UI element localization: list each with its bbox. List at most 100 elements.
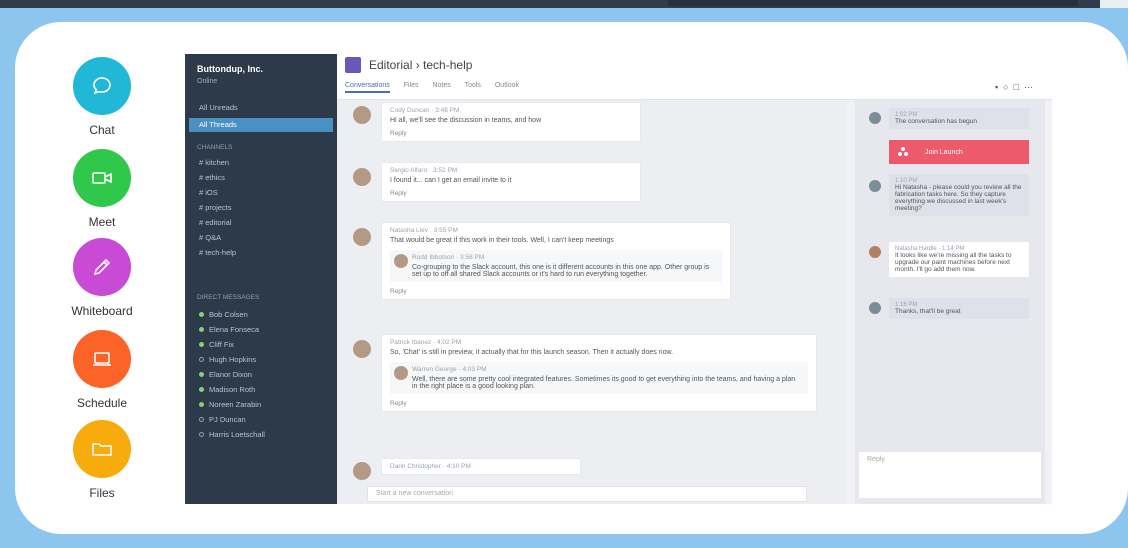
channel-item[interactable]: # Q&A	[199, 232, 221, 244]
join-call-button[interactable]: Join Launch	[889, 140, 1029, 164]
tab-conversations[interactable]: Conversations	[345, 82, 390, 93]
dm-item[interactable]: PJ Duncan	[199, 414, 246, 426]
chat-side-panel: 1:02 PM The conversation has begun Join …	[855, 100, 1045, 504]
channel-item[interactable]: # iOS	[199, 187, 218, 199]
message-card: Sergio Alfaro · 3:52 PM I found it... ca…	[381, 162, 641, 202]
channel-item[interactable]: # ethics	[199, 172, 225, 184]
dm-name: Elena Fonseca	[209, 325, 260, 334]
avatar	[869, 302, 881, 314]
message-meta: Warren George · 4:03 PM	[412, 366, 487, 373]
folder-icon[interactable]	[73, 420, 131, 478]
sidebar-item-all-unreads[interactable]: All Unreads	[199, 102, 238, 114]
dm-item[interactable]: Madison Roth	[199, 384, 255, 396]
channels-header: Channels	[197, 144, 233, 151]
message-text: Well, there are some pretty cool integra…	[412, 376, 796, 390]
top-bar-accent	[668, 0, 1078, 6]
channel-tabs: Conversations Files Notes Tools Outlook	[345, 82, 531, 93]
panel-message: 1:10 PM Hi Natasha - please could you re…	[889, 174, 1029, 216]
message-text: So, 'Chat' is still in preview, it actua…	[390, 349, 674, 356]
reply-link[interactable]: Reply	[390, 400, 808, 407]
breadcrumb-channel[interactable]: tech-help	[423, 58, 472, 72]
avatar	[353, 168, 371, 186]
nested-message: Warren George · 4:03 PM Well, there are …	[390, 362, 808, 394]
dm-name: Hugh Hopkins	[209, 355, 257, 364]
dm-name: Elanor Dixon	[209, 370, 252, 379]
avatar	[869, 246, 881, 258]
video-camera-icon[interactable]	[73, 149, 131, 207]
message-card: Darin Christopher · 4:10 PM	[381, 458, 581, 475]
message-text: The conversation has begun	[895, 118, 978, 125]
message-meta: Patrick Ibanez · 4:02 PM	[390, 339, 462, 346]
message-text: It looks like we're missing all the task…	[895, 252, 1012, 273]
message-text: Hi all, we'll see the discussion in team…	[390, 117, 542, 124]
tab-notes[interactable]: Notes	[432, 82, 450, 89]
schedule-label: Schedule	[76, 396, 128, 410]
laptop-icon[interactable]	[73, 330, 131, 388]
avatar	[353, 228, 371, 246]
sidebar-item-all-threads[interactable]: All Threads	[199, 119, 237, 131]
dm-item[interactable]: Harris Loetschall	[199, 429, 265, 441]
message-text: Hi Natasha - please could you review all…	[895, 184, 1022, 212]
tab-files[interactable]: Files	[404, 82, 419, 89]
tab-tools[interactable]: Tools	[465, 82, 481, 89]
message-card: Cody Duncan · 3:48 PM Hi all, we'll see …	[381, 102, 641, 142]
breadcrumb-team[interactable]: Editorial	[369, 58, 412, 72]
channel-title: Editorial › tech-help	[369, 58, 472, 72]
compose-input[interactable]: Start a new conversation	[367, 486, 807, 502]
join-call-label: Join Launch	[925, 148, 963, 156]
channel-item[interactable]: # projects	[199, 202, 232, 214]
avatar	[353, 106, 371, 124]
panel-reply-placeholder: Reply	[867, 456, 885, 463]
dm-name: Cliff Fix	[209, 340, 234, 349]
message-text: Co-grouping to the Slack account, this o…	[412, 264, 710, 278]
dm-item[interactable]: Elanor Dixon	[199, 369, 252, 381]
channel-item[interactable]: # kitchen	[199, 157, 229, 169]
dm-item[interactable]: Cliff Fix	[199, 339, 234, 351]
tab-outlook[interactable]: Outlook	[495, 82, 519, 89]
panel-reply-input[interactable]: Reply	[859, 452, 1041, 498]
avatar	[869, 112, 881, 124]
channel-item[interactable]: # editorial	[199, 217, 232, 229]
dm-name: Noreen Zarabin	[209, 400, 262, 409]
schedule-feature[interactable]: Schedule	[57, 330, 147, 410]
dm-name: Madison Roth	[209, 385, 256, 394]
reply-link[interactable]: Reply	[390, 190, 632, 197]
meet-feature[interactable]: Meet	[57, 149, 147, 229]
dm-name: Harris Loetschall	[209, 430, 265, 439]
message-text: That would be great if this work in thei…	[390, 237, 614, 244]
nested-message: Rodd Ibbotson · 3:58 PM Co-grouping to t…	[390, 250, 722, 282]
message-meta: Sergio Alfaro · 3:52 PM	[390, 167, 458, 174]
message-meta: Rodd Ibbotson · 3:58 PM	[412, 254, 485, 261]
channel-icon	[345, 57, 361, 73]
pencil-icon[interactable]	[73, 238, 131, 296]
reply-link[interactable]: Reply	[390, 288, 722, 295]
breadcrumb-separator: ›	[415, 58, 420, 72]
online-dot	[199, 372, 204, 377]
offline-dot	[199, 417, 204, 422]
files-feature[interactable]: Files	[57, 420, 147, 500]
meet-label: Meet	[88, 215, 116, 229]
chat-label: Chat	[89, 123, 115, 137]
message-meta: Natasha Liev · 3:55 PM	[390, 227, 458, 234]
dm-item[interactable]: Bob Colsen	[199, 309, 248, 321]
dm-item[interactable]: Elena Fonseca	[199, 324, 259, 336]
dm-item[interactable]: Noreen Zarabin	[199, 399, 261, 411]
avatar	[353, 340, 371, 358]
chat-feature[interactable]: Chat	[57, 57, 147, 137]
online-dot	[199, 387, 204, 392]
dm-header: Direct Messages	[197, 294, 260, 301]
whiteboard-feature[interactable]: Whiteboard	[57, 238, 147, 318]
feature-card: Chat Meet Whiteboard Schedule Files Butt…	[15, 22, 1128, 534]
files-label: Files	[89, 486, 115, 500]
message-card: Patrick Ibanez · 4:02 PM So, 'Chat' is s…	[381, 334, 817, 412]
channel-item[interactable]: # tech-help	[199, 247, 236, 259]
header-icons[interactable]: ▪○□⋯	[995, 82, 1038, 93]
people-icon	[898, 147, 908, 156]
reply-link[interactable]: Reply	[390, 130, 632, 137]
dm-item[interactable]: Hugh Hopkins	[199, 354, 256, 366]
message-text: I found it... can I get an email invite …	[390, 177, 512, 184]
app-screenshot: Buttondup, Inc. Online All Unreads All T…	[185, 54, 1052, 504]
chat-icon[interactable]	[73, 57, 131, 115]
sidebar: Buttondup, Inc. Online All Unreads All T…	[185, 54, 337, 504]
team-name[interactable]: Buttondup, Inc.	[197, 64, 263, 74]
